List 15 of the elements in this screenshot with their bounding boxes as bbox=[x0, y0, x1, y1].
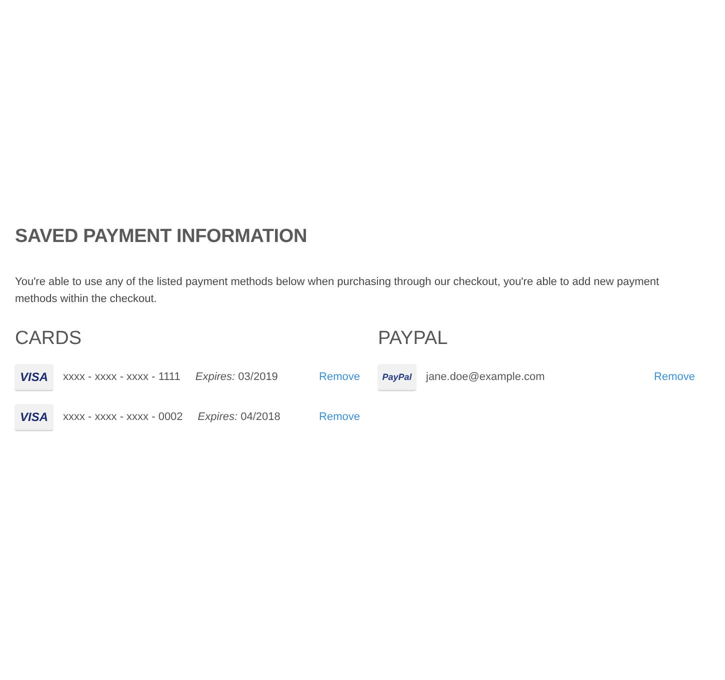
remove-link[interactable]: Remove bbox=[319, 411, 360, 423]
visa-badge: VISA bbox=[15, 364, 53, 390]
section-heading: CARDS bbox=[15, 328, 83, 350]
remove-link[interactable]: Remove bbox=[654, 371, 695, 383]
expiry-date: Expires: 03/2019 bbox=[195, 371, 279, 383]
page-title: SAVED PAYMENT INFORMATION bbox=[15, 226, 308, 248]
paypal-badge: PayPal bbox=[378, 364, 416, 390]
visa-badge: VISA bbox=[15, 404, 53, 430]
remove-link[interactable]: Remove bbox=[319, 371, 360, 383]
intro-text: You're able to use any of the listed payment methods below when purchasing through our checkout, you're able to add new payment methods within the checkout. bbox=[15, 275, 660, 307]
paypal-email: jane.doe@example.com bbox=[426, 371, 546, 383]
section-heading: PAYPAL bbox=[378, 328, 449, 350]
card-number: xxxx - xxxx - xxxx - 0002 bbox=[63, 411, 183, 423]
expiry-date: Expires: 04/2018 bbox=[198, 411, 282, 423]
card-number: xxxx - xxxx - xxxx - 1111 bbox=[63, 371, 180, 383]
